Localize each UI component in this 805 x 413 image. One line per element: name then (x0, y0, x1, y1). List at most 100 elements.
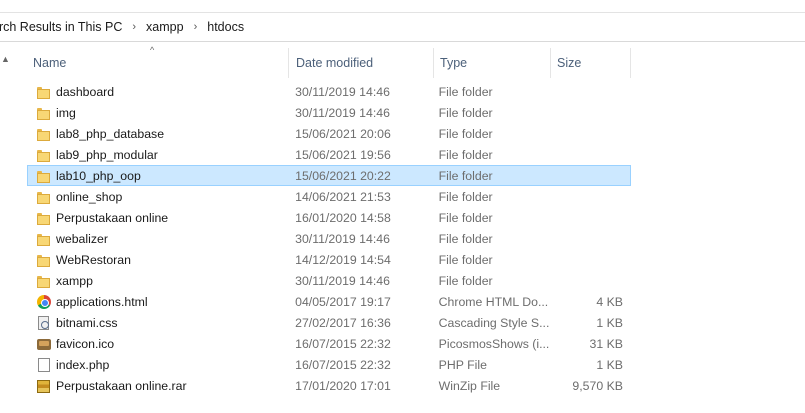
file-name: online_shop (56, 189, 123, 204)
folder-icon (36, 210, 52, 226)
file-type: File folder (438, 126, 493, 141)
file-name: bitnami.css (56, 315, 118, 330)
folder-icon (36, 105, 52, 121)
file-date-modified: 04/05/2017 19:17 (295, 294, 391, 309)
file-name: img (56, 105, 76, 120)
file-date-modified: 15/06/2021 20:22 (295, 168, 391, 183)
column-header-date[interactable]: Date modified (288, 48, 433, 78)
file-name: Perpustakaan online.rar (56, 378, 187, 393)
column-header-row: ^ Name Date modified Type Size (27, 45, 631, 78)
file-type: File folder (438, 105, 493, 120)
chevron-right-icon[interactable]: › (186, 21, 206, 33)
folder-icon (36, 273, 52, 289)
file-name-cell[interactable]: online_shop (28, 189, 288, 205)
file-date-modified: 16/07/2015 22:32 (295, 357, 391, 372)
file-name-cell[interactable]: favicon.ico (28, 336, 288, 352)
file-name: webalizer (56, 231, 108, 246)
file-date-modified: 30/11/2019 14:46 (295, 105, 390, 120)
file-name-cell[interactable]: WebRestoran (28, 252, 288, 268)
file-list-item[interactable]: lab10_php_oop 15/06/2021 20:22 File folder (27, 165, 631, 186)
address-bar[interactable]: arch Results in This PC › xampp › htdocs (0, 13, 805, 42)
file-list-item[interactable]: img 30/11/2019 14:46 File folder (27, 102, 631, 123)
file-type: File folder (438, 273, 493, 288)
file-name-cell[interactable]: applications.html (28, 294, 288, 310)
file-list-item[interactable]: online_shop 14/06/2021 21:53 File folder (27, 186, 631, 207)
file-list-item[interactable]: index.php 16/07/2015 22:32 PHP File 1 KB (27, 354, 631, 375)
breadcrumb-htdocs[interactable]: htdocs (205, 20, 246, 34)
rar-icon (36, 378, 52, 394)
file-list-item[interactable]: webalizer 30/11/2019 14:46 File folder (27, 228, 631, 249)
file-name: xampp (56, 273, 93, 288)
php-icon (36, 357, 52, 373)
file-name-cell[interactable]: xampp (28, 273, 288, 289)
file-type: File folder (438, 252, 493, 267)
file-name: WebRestoran (56, 252, 131, 267)
file-name: applications.html (56, 294, 148, 309)
file-name-cell[interactable]: dashboard (28, 84, 288, 100)
column-header-name[interactable]: ^ Name (27, 45, 288, 78)
breadcrumb-search-results[interactable]: arch Results in This PC (0, 20, 124, 34)
file-type: File folder (438, 84, 493, 99)
file-date-modified: 17/01/2020 17:01 (295, 378, 391, 393)
column-header-date-label: Date modified (296, 56, 374, 70)
window-top-strip (0, 0, 805, 13)
file-date-modified: 27/02/2017 16:36 (295, 315, 391, 330)
folder-icon (36, 252, 52, 268)
file-name-cell[interactable]: Perpustakaan online (28, 210, 288, 226)
file-type: File folder (438, 168, 493, 183)
column-header-size-label: Size (557, 56, 582, 70)
file-type: File folder (438, 210, 493, 225)
file-name: Perpustakaan online (56, 210, 169, 225)
file-date-modified: 16/07/2015 22:32 (295, 336, 391, 351)
file-name-cell[interactable]: img (28, 105, 288, 121)
folder-icon (36, 189, 52, 205)
file-name: dashboard (56, 84, 115, 99)
scroll-up-arrow-icon[interactable]: ▲ (1, 54, 10, 64)
ico-icon (36, 336, 52, 352)
column-header-size[interactable]: Size (550, 48, 631, 78)
file-name-cell[interactable]: lab8_php_database (28, 126, 288, 142)
file-date-modified: 15/06/2021 19:56 (295, 147, 391, 162)
file-list-item[interactable]: bitnami.css 27/02/2017 16:36 Cascading Sty… (27, 312, 631, 333)
file-type: Cascading Style S... (438, 315, 550, 330)
file-name-cell[interactable]: index.php (28, 357, 288, 373)
chevron-right-icon[interactable]: › (124, 21, 144, 33)
file-list-item[interactable]: dashboard 30/11/2019 14:46 File folder (27, 81, 631, 102)
file-date-modified: 30/11/2019 14:46 (295, 231, 390, 246)
folder-icon (36, 168, 52, 184)
chrome-icon (36, 294, 52, 310)
file-list-item[interactable]: lab9_php_modular 15/06/2021 19:56 File fol… (27, 144, 631, 165)
file-type: PHP File (438, 357, 487, 372)
folder-icon (36, 84, 52, 100)
breadcrumb-xampp[interactable]: xampp (144, 20, 186, 34)
column-header-name-label: Name (33, 56, 67, 70)
file-list-item[interactable]: applications.html 04/05/2017 19:17 Chrome … (27, 291, 631, 312)
file-name-cell[interactable]: Perpustakaan online.rar (28, 378, 288, 394)
file-size: 1 KB (596, 315, 623, 330)
file-name-cell[interactable]: lab10_php_oop (28, 168, 288, 184)
file-name: lab8_php_database (56, 126, 165, 141)
file-name: favicon.ico (56, 336, 115, 351)
file-size: 1 KB (596, 357, 623, 372)
file-name: index.php (56, 357, 110, 372)
file-list-item[interactable]: xampp 30/11/2019 14:46 File folder (27, 270, 631, 291)
vertical-scrollbar[interactable] (0, 52, 11, 413)
file-type: PicosmosShows (i... (438, 336, 550, 351)
file-date-modified: 30/11/2019 14:46 (295, 273, 390, 288)
file-date-modified: 14/06/2021 21:53 (295, 189, 391, 204)
file-type: Chrome HTML Do... (438, 294, 549, 309)
file-name-cell[interactable]: webalizer (28, 231, 288, 247)
file-name-cell[interactable]: lab9_php_modular (28, 147, 288, 163)
file-list-item[interactable]: lab8_php_database 15/06/2021 20:06 File fo… (27, 123, 631, 144)
file-size: 9,570 KB (572, 378, 623, 393)
file-name-cell[interactable]: bitnami.css (28, 315, 288, 331)
file-date-modified: 30/11/2019 14:46 (295, 84, 390, 99)
file-list-item[interactable]: favicon.ico 16/07/2015 22:32 PicosmosShows… (27, 333, 631, 354)
file-name: lab10_php_oop (56, 168, 141, 183)
column-header-type[interactable]: Type (433, 48, 550, 78)
file-list-item[interactable]: Perpustakaan online 16/01/2020 14:58 File … (27, 207, 631, 228)
file-list-item[interactable]: WebRestoran 14/12/2019 14:54 File folder (27, 249, 631, 270)
file-list-item[interactable]: Perpustakaan online.rar 17/01/2020 17:01 W… (27, 375, 631, 396)
file-list: dashboard 30/11/2019 14:46 File folder img 3… (27, 81, 631, 396)
sort-ascending-icon: ^ (150, 45, 155, 55)
